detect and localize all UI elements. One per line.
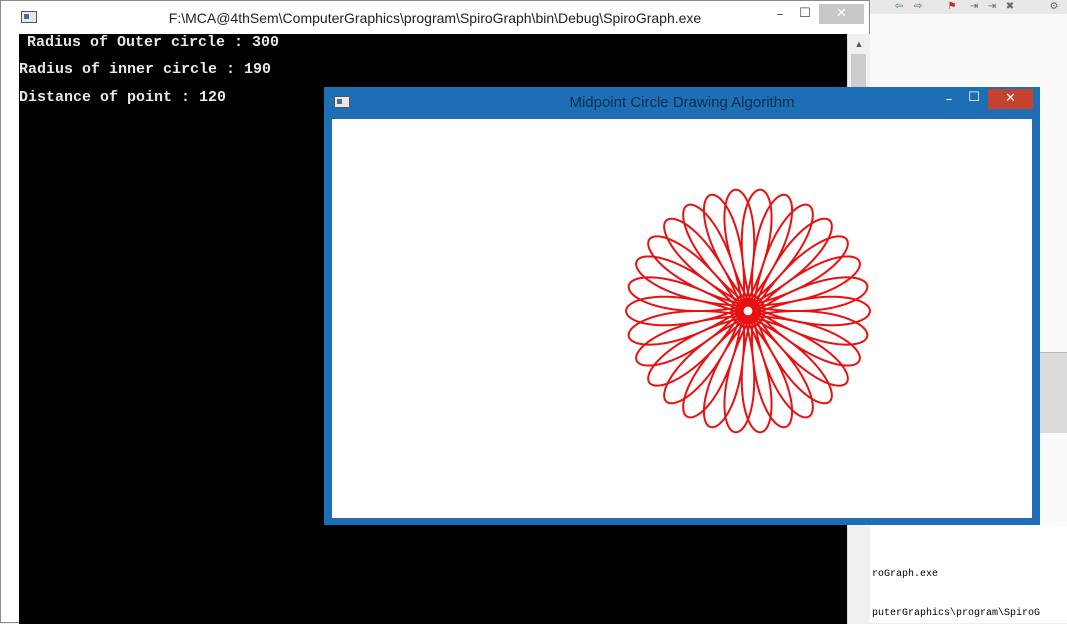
ide-output-line: puterGraphics\program\SpiroG <box>872 608 1041 619</box>
step-icon[interactable]: ⇥ <box>968 1 980 12</box>
console-titlebar[interactable]: F:\MCA@4thSem\ComputerGraphics\program\S… <box>1 1 869 34</box>
drawing-canvas <box>332 119 1032 518</box>
ide-output-line: roGraph.exe <box>872 569 939 580</box>
graphics-minimize-button[interactable]: – <box>939 92 959 107</box>
scroll-up-icon[interactable]: ▲ <box>852 38 866 50</box>
graphics-window[interactable]: Midpoint Circle Drawing Algorithm – ☐ ✕ <box>324 87 1040 525</box>
console-minimize-button[interactable]: – <box>770 7 790 22</box>
forward-arrow-icon[interactable]: ⇨ <box>912 1 924 12</box>
graphics-window-title: Midpoint Circle Drawing Algorithm <box>569 94 795 111</box>
graphics-maximize-button[interactable]: ☐ <box>964 90 984 105</box>
ide-output-pane: roGraph.exe puterGraphics\program\SpiroG <box>868 526 1067 623</box>
graphics-close-button[interactable]: ✕ <box>988 89 1033 109</box>
spirograph-curve <box>625 188 871 434</box>
console-line-inner-radius: Radius of inner circle : 190 <box>19 61 272 78</box>
console-close-button[interactable]: ✕ <box>819 4 864 24</box>
flag-icon[interactable]: ⚑ <box>946 1 958 12</box>
spirograph-figure <box>625 188 871 434</box>
back-arrow-icon[interactable]: ⇦ <box>893 1 905 12</box>
step-over-icon[interactable]: ⇥ <box>986 1 998 12</box>
console-title: F:\MCA@4thSem\ComputerGraphics\program\S… <box>168 10 702 26</box>
ide-toolbar: ⇦ ⇨ ⚑ ⇥ ⇥ ✖ ⚙ <box>868 0 1067 15</box>
console-maximize-button[interactable]: ☐ <box>795 6 815 21</box>
console-line-outer-radius: Radius of Outer circle : 300 <box>27 34 280 51</box>
ide-panel-strip <box>1040 352 1067 433</box>
console-line-pen-distance: Distance of point : 120 <box>19 89 227 106</box>
stop-icon[interactable]: ✖ <box>1004 1 1016 12</box>
tool-icon[interactable]: ⚙ <box>1048 1 1060 12</box>
